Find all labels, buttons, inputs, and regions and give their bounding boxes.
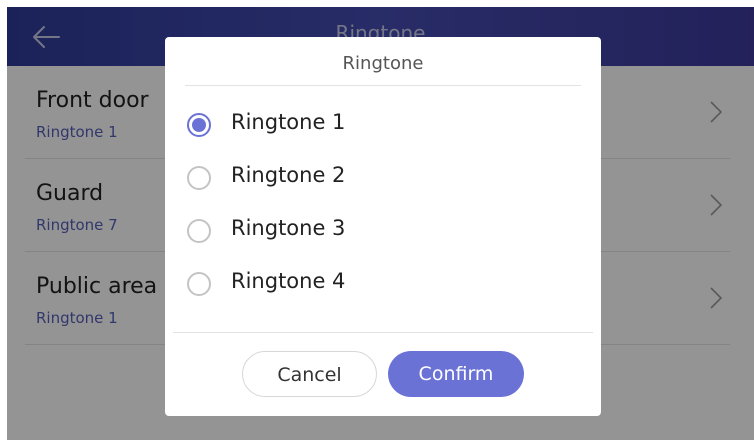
ringtone-option-2[interactable]: Ringtone 2 xyxy=(187,159,577,199)
confirm-button[interactable]: Confirm xyxy=(388,351,524,397)
radio-button-checked[interactable] xyxy=(187,113,211,137)
ringtone-option-label: Ringtone 3 xyxy=(231,216,346,240)
radio-button[interactable] xyxy=(187,166,211,190)
cancel-button[interactable]: Cancel xyxy=(242,351,377,397)
divider xyxy=(185,85,581,86)
ringtone-option-label: Ringtone 4 xyxy=(231,269,346,293)
screen: Ringtone Front door Ringtone 1 Guard Rin… xyxy=(7,7,754,440)
radio-button[interactable] xyxy=(187,219,211,243)
radio-button[interactable] xyxy=(187,272,211,296)
dialog-title: Ringtone xyxy=(342,53,424,74)
ringtone-option-1[interactable]: Ringtone 1 xyxy=(187,106,577,146)
ringtone-option-label: Ringtone 1 xyxy=(231,110,346,134)
ringtone-option-label: Ringtone 2 xyxy=(231,163,346,187)
ringtone-option-4[interactable]: Ringtone 4 xyxy=(187,265,577,305)
divider xyxy=(173,332,593,333)
ringtone-dialog: Ringtone Ringtone 1 Ringtone 2 Ringtone … xyxy=(165,37,601,416)
ringtone-option-3[interactable]: Ringtone 3 xyxy=(187,212,577,252)
